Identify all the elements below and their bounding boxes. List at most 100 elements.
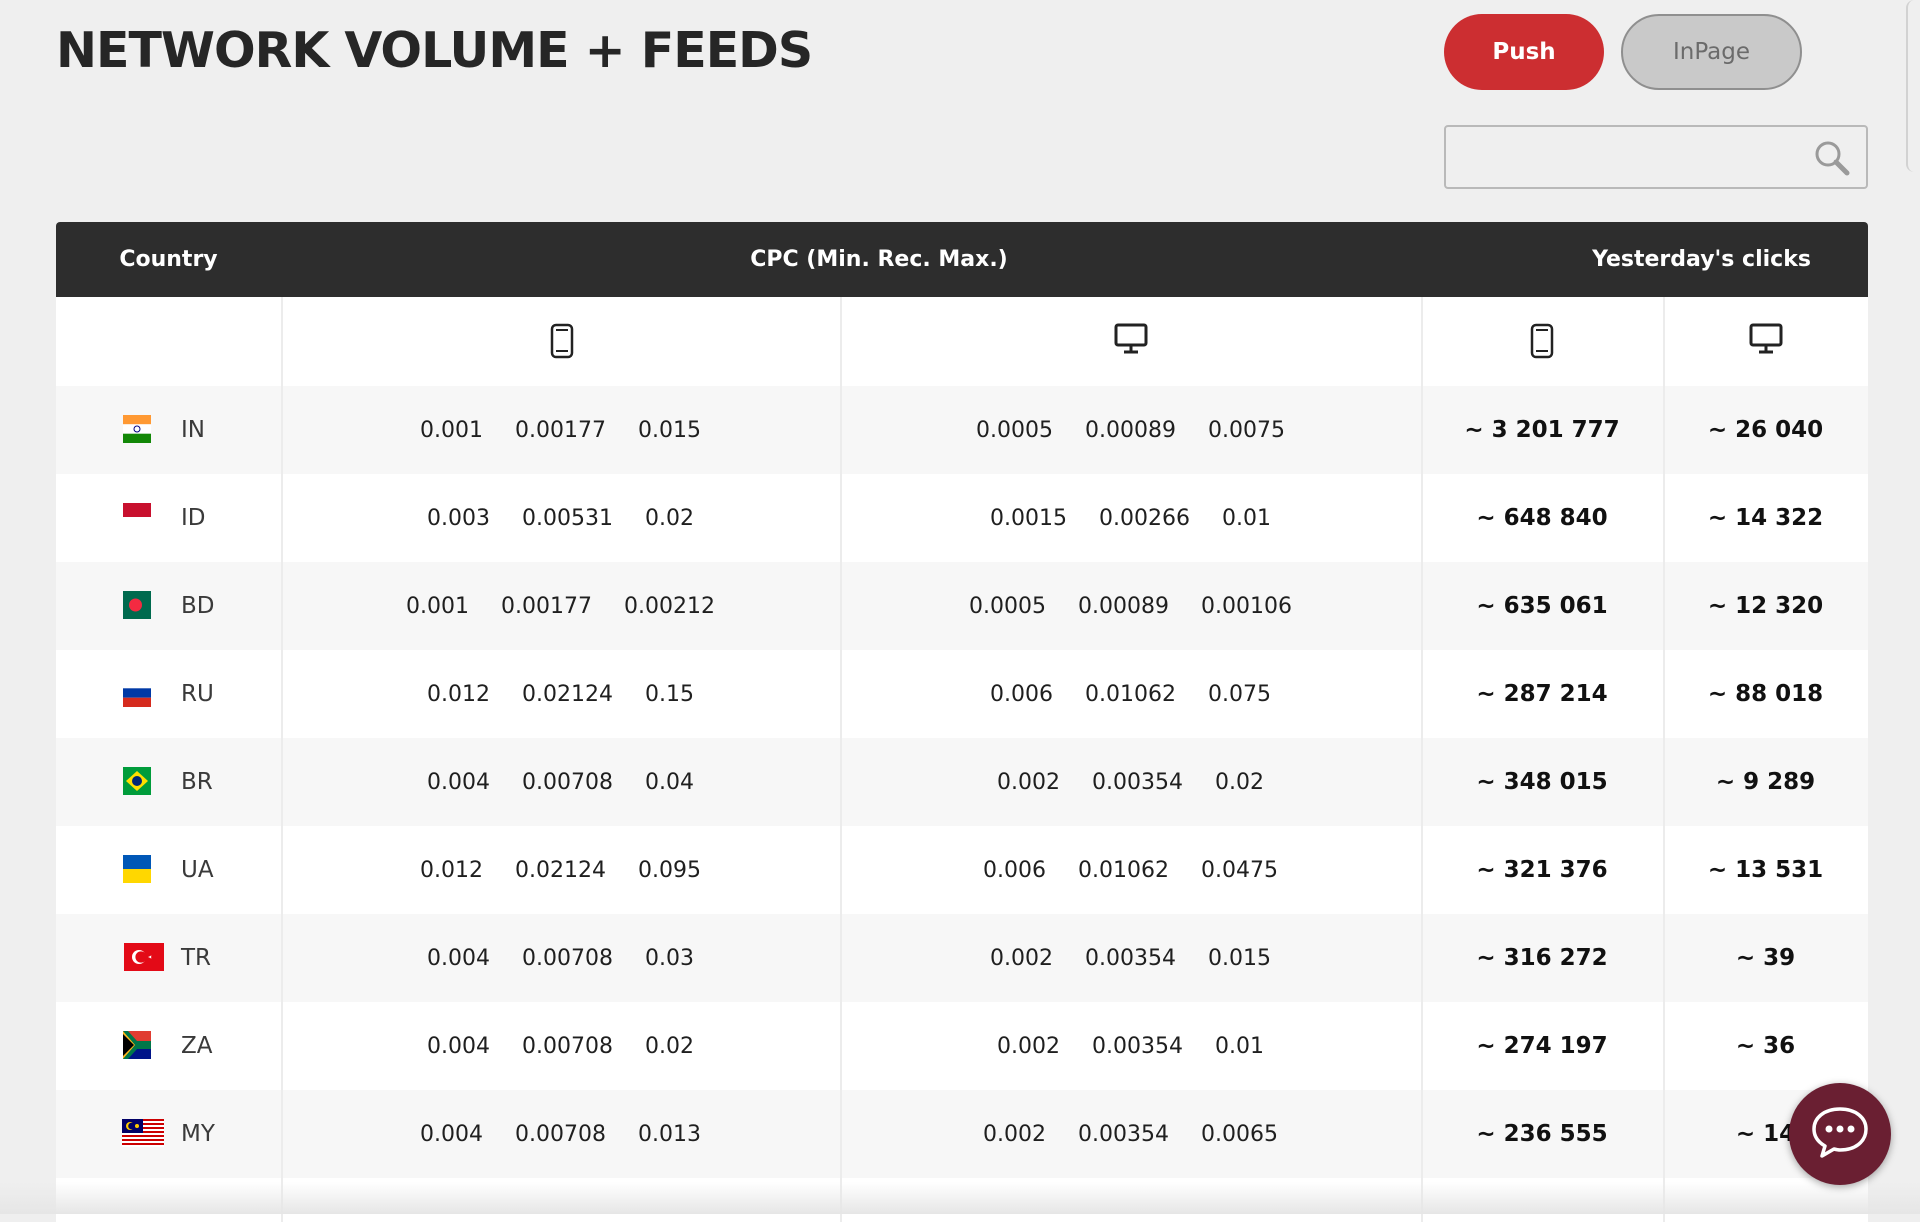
country-code: UA bbox=[181, 857, 214, 883]
desktop-cpc-max: 0.01 bbox=[1214, 1033, 1264, 1059]
country-column-header[interactable]: Country bbox=[56, 222, 281, 297]
desktop-clicks: ~ 88 018 bbox=[1707, 681, 1824, 707]
mobile-cpc-rec: 0.02124 bbox=[522, 681, 613, 707]
mobile-icon bbox=[1530, 323, 1554, 364]
mobile-clicks: ~ 635 061 bbox=[1476, 593, 1608, 619]
mobile-cpc-rec: 0.00708 bbox=[522, 769, 613, 795]
chat-bubble-icon bbox=[1809, 1104, 1871, 1165]
flag-br-icon bbox=[123, 767, 151, 795]
table-row[interactable] bbox=[56, 1178, 1868, 1222]
desktop-cpc-cell: 0.006 0.01062 0.0475 bbox=[840, 826, 1421, 914]
desktop-cpc-cell: 0.0005 0.00089 0.00106 bbox=[840, 562, 1421, 650]
country-code: MY bbox=[181, 1121, 215, 1147]
page-title: NETWORK VOLUME + FEEDS bbox=[56, 22, 813, 79]
mobile-cpc-rec: 0.02124 bbox=[515, 857, 606, 883]
desktop-cpc-cell: 0.006 0.01062 0.075 bbox=[840, 650, 1421, 738]
mobile-clicks: ~ 321 376 bbox=[1476, 857, 1608, 883]
device-subheader bbox=[56, 297, 1868, 386]
mobile-cpc-max: 0.02 bbox=[644, 505, 694, 531]
mobile-cpc-max: 0.02 bbox=[644, 1033, 694, 1059]
country-code: ZA bbox=[181, 1033, 213, 1059]
mobile-cpc-min: 0.012 bbox=[427, 681, 490, 707]
chat-button[interactable] bbox=[1789, 1083, 1891, 1185]
mobile-cpc-cell: 0.004 0.00708 0.03 bbox=[281, 914, 840, 1002]
flag-ua-icon bbox=[123, 855, 151, 883]
clicks-column-header[interactable]: Yesterday's clicks bbox=[1421, 222, 1868, 297]
desktop-clicks: ~ 36 bbox=[1735, 1033, 1796, 1059]
inpage-format-button[interactable]: InPage bbox=[1621, 14, 1802, 90]
mobile-clicks: ~ 348 015 bbox=[1476, 769, 1608, 795]
mobile-cpc-cell: 0.004 0.00708 0.02 bbox=[281, 1002, 840, 1090]
search-icon[interactable] bbox=[1813, 139, 1851, 177]
mobile-cpc-min: 0.003 bbox=[427, 505, 490, 531]
desktop-cpc-rec: 0.00354 bbox=[1078, 1121, 1169, 1147]
network-volume-table: Country CPC (Min. Rec. Max.) Yesterday's… bbox=[56, 222, 1868, 1222]
country-code: ID bbox=[181, 505, 206, 531]
table-row[interactable]: UA 0.012 0.02124 0.095 0.006 0.01062 0.0… bbox=[56, 826, 1868, 914]
country-code: RU bbox=[181, 681, 214, 707]
flag-id-icon bbox=[123, 503, 151, 531]
column-divider bbox=[1663, 297, 1665, 386]
mobile-cpc-rec: 0.00708 bbox=[515, 1121, 606, 1147]
desktop-icon bbox=[1749, 323, 1783, 360]
search-input[interactable] bbox=[1456, 135, 1800, 181]
desktop-cpc-min: 0.002 bbox=[990, 945, 1053, 971]
mobile-cpc-rec: 0.00708 bbox=[522, 945, 613, 971]
mobile-clicks: ~ 3 201 777 bbox=[1464, 417, 1620, 443]
mobile-cpc-max: 0.095 bbox=[637, 857, 701, 883]
flag-ru-icon bbox=[123, 679, 151, 707]
scrollbar[interactable] bbox=[1906, 0, 1920, 172]
mobile-cpc-max: 0.013 bbox=[637, 1121, 701, 1147]
desktop-cpc-rec: 0.00354 bbox=[1092, 1033, 1183, 1059]
push-format-button[interactable]: Push bbox=[1444, 14, 1604, 90]
desktop-cpc-rec: 0.00354 bbox=[1085, 945, 1176, 971]
table-row[interactable]: BD 0.001 0.00177 0.00212 0.0005 0.00089 … bbox=[56, 562, 1868, 650]
desktop-cpc-max: 0.075 bbox=[1207, 681, 1271, 707]
column-divider bbox=[1663, 1178, 1665, 1222]
mobile-cpc-min: 0.001 bbox=[420, 417, 483, 443]
mobile-cpc-rec: 0.00177 bbox=[501, 593, 592, 619]
desktop-clicks: ~ 12 320 bbox=[1707, 593, 1824, 619]
mobile-cpc-rec: 0.00177 bbox=[515, 417, 606, 443]
desktop-cpc-max: 0.015 bbox=[1207, 945, 1271, 971]
table-row[interactable]: BR 0.004 0.00708 0.04 0.002 0.00354 0.02… bbox=[56, 738, 1868, 826]
mobile-cpc-min: 0.001 bbox=[406, 593, 469, 619]
desktop-cpc-max: 0.0065 bbox=[1200, 1121, 1278, 1147]
mobile-cpc-cell: 0.003 0.00531 0.02 bbox=[281, 474, 840, 562]
desktop-cpc-min: 0.0005 bbox=[976, 417, 1053, 443]
mobile-cpc-max: 0.15 bbox=[644, 681, 694, 707]
table-row[interactable]: MY 0.004 0.00708 0.013 0.002 0.00354 0.0… bbox=[56, 1090, 1868, 1178]
mobile-clicks: ~ 274 197 bbox=[1476, 1033, 1608, 1059]
table-row[interactable]: IN 0.001 0.00177 0.015 0.0005 0.00089 0.… bbox=[56, 386, 1868, 474]
desktop-clicks: ~ 39 bbox=[1735, 945, 1796, 971]
column-divider bbox=[281, 1178, 283, 1222]
country-code: IN bbox=[181, 417, 205, 443]
table-row[interactable]: RU 0.012 0.02124 0.15 0.006 0.01062 0.07… bbox=[56, 650, 1868, 738]
mobile-clicks: ~ 236 555 bbox=[1476, 1121, 1608, 1147]
desktop-cpc-rec: 0.01062 bbox=[1078, 857, 1169, 883]
table-row[interactable]: ID 0.003 0.00531 0.02 0.0015 0.00266 0.0… bbox=[56, 474, 1868, 562]
desktop-cpc-max: 0.01 bbox=[1221, 505, 1271, 531]
desktop-cpc-rec: 0.00089 bbox=[1085, 417, 1176, 443]
desktop-cpc-min: 0.006 bbox=[990, 681, 1053, 707]
mobile-cpc-max: 0.015 bbox=[637, 417, 701, 443]
flag-bd-icon bbox=[123, 591, 151, 619]
desktop-cpc-min: 0.0015 bbox=[990, 505, 1067, 531]
desktop-cpc-cell: 0.0005 0.00089 0.0075 bbox=[840, 386, 1421, 474]
table-row[interactable]: ZA 0.004 0.00708 0.02 0.002 0.00354 0.01… bbox=[56, 1002, 1868, 1090]
mobile-cpc-max: 0.03 bbox=[644, 945, 694, 971]
mobile-cpc-rec: 0.00531 bbox=[522, 505, 613, 531]
column-divider bbox=[1421, 297, 1423, 386]
mobile-cpc-cell: 0.012 0.02124 0.15 bbox=[281, 650, 840, 738]
column-divider bbox=[1421, 1178, 1423, 1222]
search-box bbox=[1444, 125, 1868, 189]
desktop-cpc-cell: 0.002 0.00354 0.02 bbox=[840, 738, 1421, 826]
mobile-cpc-min: 0.004 bbox=[427, 1033, 490, 1059]
desktop-clicks: ~ 14 322 bbox=[1707, 505, 1824, 531]
desktop-cpc-min: 0.002 bbox=[997, 769, 1060, 795]
column-divider bbox=[840, 297, 842, 386]
cpc-column-header[interactable]: CPC (Min. Rec. Max.) bbox=[281, 222, 1477, 297]
mobile-cpc-min: 0.012 bbox=[420, 857, 483, 883]
mobile-clicks: ~ 648 840 bbox=[1476, 505, 1608, 531]
table-row[interactable]: TR 0.004 0.00708 0.03 0.002 0.00354 0.01… bbox=[56, 914, 1868, 1002]
